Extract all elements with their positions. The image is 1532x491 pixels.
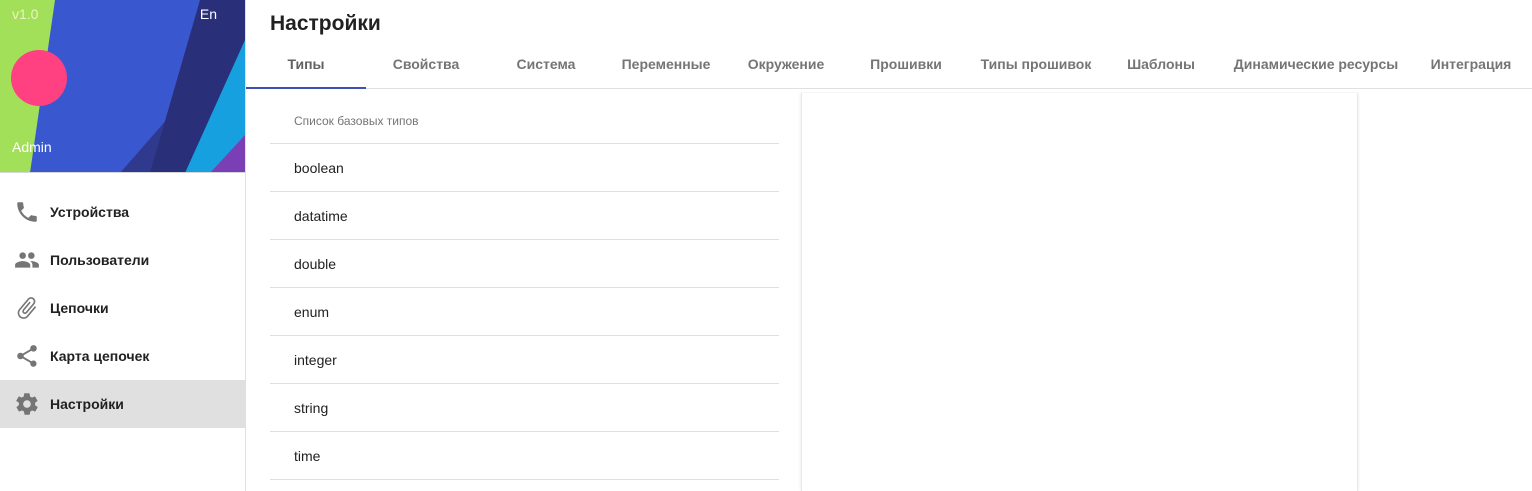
sidebar-item-label: Карта цепочек [50, 348, 150, 364]
sidebar-item-users[interactable]: Пользователи [0, 236, 245, 284]
details-panel [801, 93, 1358, 491]
sidebar-item-chain-map[interactable]: Карта цепочек [0, 332, 245, 380]
app-version: v1.0 [12, 6, 39, 22]
tab-system[interactable]: Система [486, 40, 606, 88]
list-item[interactable]: datatime [270, 192, 779, 240]
sidebar: v1.0 En Admin Устройства Пользователи Це… [0, 0, 246, 491]
avatar[interactable] [11, 50, 67, 106]
list-item[interactable]: time [270, 432, 779, 480]
language-switch[interactable]: En [200, 6, 217, 22]
tab-firmware[interactable]: Прошивки [846, 40, 966, 88]
side-panel [1358, 93, 1532, 491]
phone-icon [14, 199, 40, 225]
tab-dynamic-resources[interactable]: Динамические ресурсы [1216, 40, 1416, 88]
sidebar-item-settings[interactable]: Настройки [0, 380, 245, 428]
base-types-list: Список базовых типов boolean datatime do… [270, 98, 779, 480]
sidebar-header: v1.0 En Admin [0, 0, 245, 173]
share-icon [14, 343, 40, 369]
tab-firmware-types[interactable]: Типы прошивок [966, 40, 1106, 88]
tab-templates[interactable]: Шаблоны [1106, 40, 1216, 88]
list-item[interactable]: integer [270, 336, 779, 384]
people-icon [14, 247, 40, 273]
tab-types[interactable]: Типы [246, 40, 366, 89]
sidebar-item-label: Настройки [50, 396, 124, 412]
tab-properties[interactable]: Свойства [366, 40, 486, 88]
list-item[interactable]: double [270, 240, 779, 288]
sidebar-item-label: Цепочки [50, 300, 109, 316]
tab-variables[interactable]: Переменные [606, 40, 726, 88]
main-content: Настройки Типы Свойства Система Переменн… [246, 0, 1532, 491]
list-item[interactable]: boolean [270, 144, 779, 192]
sidebar-item-label: Пользователи [50, 252, 150, 268]
sidebar-nav: Устройства Пользователи Цепочки Карта це… [0, 188, 245, 428]
tab-environment[interactable]: Окружение [726, 40, 846, 88]
app: v1.0 En Admin Устройства Пользователи Це… [0, 0, 1532, 491]
settings-tabs: Типы Свойства Система Переменные Окружен… [246, 40, 1532, 89]
page-title: Настройки [270, 12, 381, 35]
tab-integration[interactable]: Интеграция [1416, 40, 1526, 88]
sidebar-item-label: Устройства [50, 204, 130, 220]
sidebar-item-chains[interactable]: Цепочки [0, 284, 245, 332]
list-header: Список базовых типов [270, 98, 779, 144]
list-item[interactable]: string [270, 384, 779, 432]
username: Admin [12, 139, 52, 155]
gear-icon [14, 391, 40, 417]
paperclip-icon [14, 295, 40, 321]
sidebar-item-devices[interactable]: Устройства [0, 188, 245, 236]
list-item[interactable]: enum [270, 288, 779, 336]
